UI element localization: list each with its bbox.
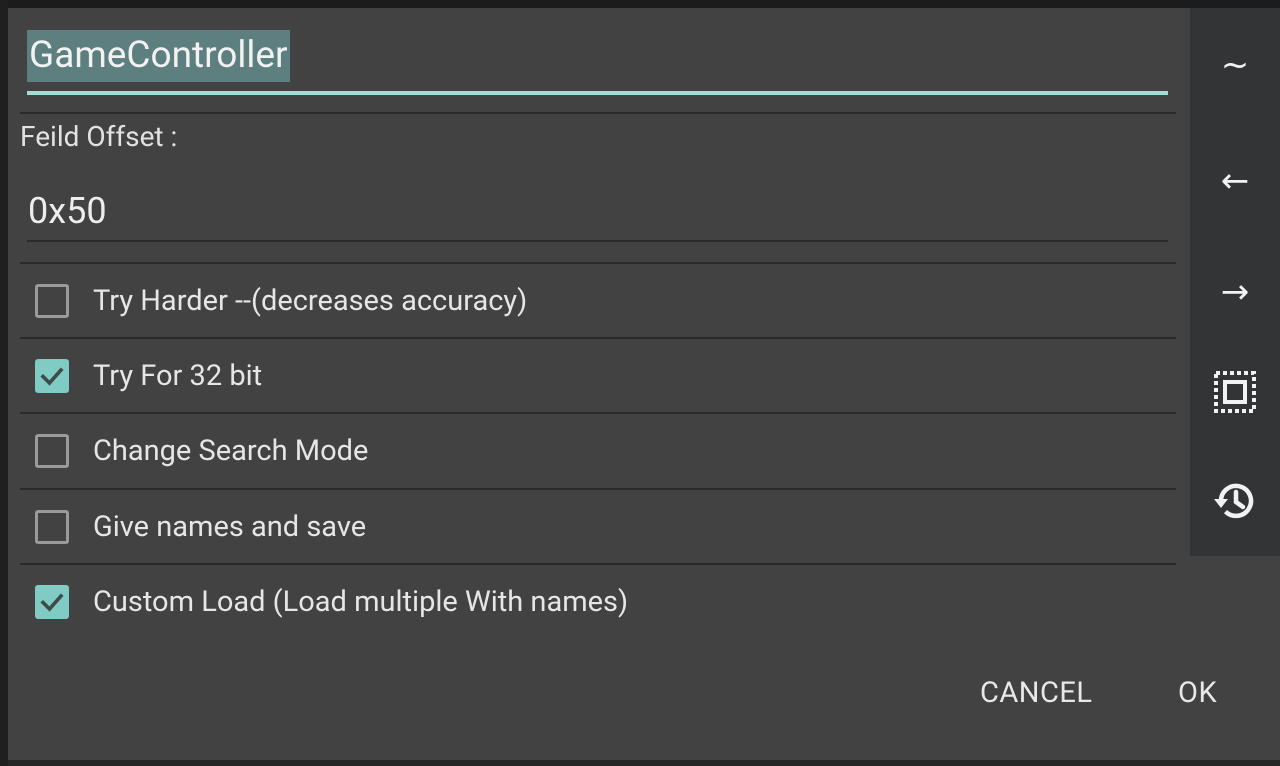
option-give-names-and-save[interactable]: Give names and save — [20, 490, 1176, 564]
option-label: Give names and save — [93, 510, 367, 544]
field-offset-input[interactable]: 0x50 — [27, 186, 1168, 236]
name-input-selected-text: GameController — [27, 30, 290, 82]
history-button[interactable] — [1190, 466, 1280, 536]
divider — [20, 112, 1176, 114]
option-label: Try Harder --(decreases accuracy) — [93, 284, 528, 318]
checkbox-unchecked[interactable] — [35, 284, 69, 318]
option-change-search-mode[interactable]: Change Search Mode — [20, 414, 1176, 488]
checkbox-checked[interactable] — [35, 585, 69, 619]
field-offset-label: Feild Offset : — [20, 120, 178, 153]
dialog: GameController Feild Offset : 0x50 Try H… — [8, 8, 1280, 760]
arrow-left-icon: ← — [1220, 161, 1250, 201]
history-icon — [1214, 483, 1254, 519]
arrow-right-button[interactable]: → — [1190, 257, 1280, 327]
arrow-left-button[interactable]: ← — [1190, 146, 1280, 216]
option-custom-load[interactable]: Custom Load (Load multiple With names) — [20, 565, 1176, 639]
option-try-harder[interactable]: Try Harder --(decreases accuracy) — [20, 264, 1176, 338]
select-all-button[interactable] — [1190, 357, 1280, 427]
cancel-button[interactable]: CANCEL — [980, 676, 1092, 710]
tilde-icon: ~ — [1220, 45, 1250, 85]
checkmark-icon — [40, 367, 64, 386]
checkbox-unchecked[interactable] — [35, 434, 69, 468]
option-label: Change Search Mode — [93, 434, 369, 468]
name-input[interactable]: GameController — [27, 30, 1168, 82]
select-all-icon — [1214, 371, 1256, 413]
checkmark-icon — [40, 593, 64, 612]
checkbox-unchecked[interactable] — [35, 510, 69, 544]
name-input-underline — [27, 91, 1168, 95]
background-app-edge — [0, 0, 8, 766]
checkbox-checked[interactable] — [35, 359, 69, 393]
tilde-button[interactable]: ~ — [1190, 30, 1280, 100]
arrow-right-icon: → — [1220, 272, 1250, 312]
ok-button[interactable]: OK — [1178, 676, 1217, 710]
side-toolbar: ~ ← → — [1190, 8, 1280, 556]
option-try-32-bit[interactable]: Try For 32 bit — [20, 339, 1176, 413]
option-label: Custom Load (Load multiple With names) — [93, 585, 629, 619]
field-offset-value: 0x50 — [28, 190, 107, 232]
field-offset-underline — [27, 240, 1168, 242]
option-label: Try For 32 bit — [93, 359, 263, 393]
